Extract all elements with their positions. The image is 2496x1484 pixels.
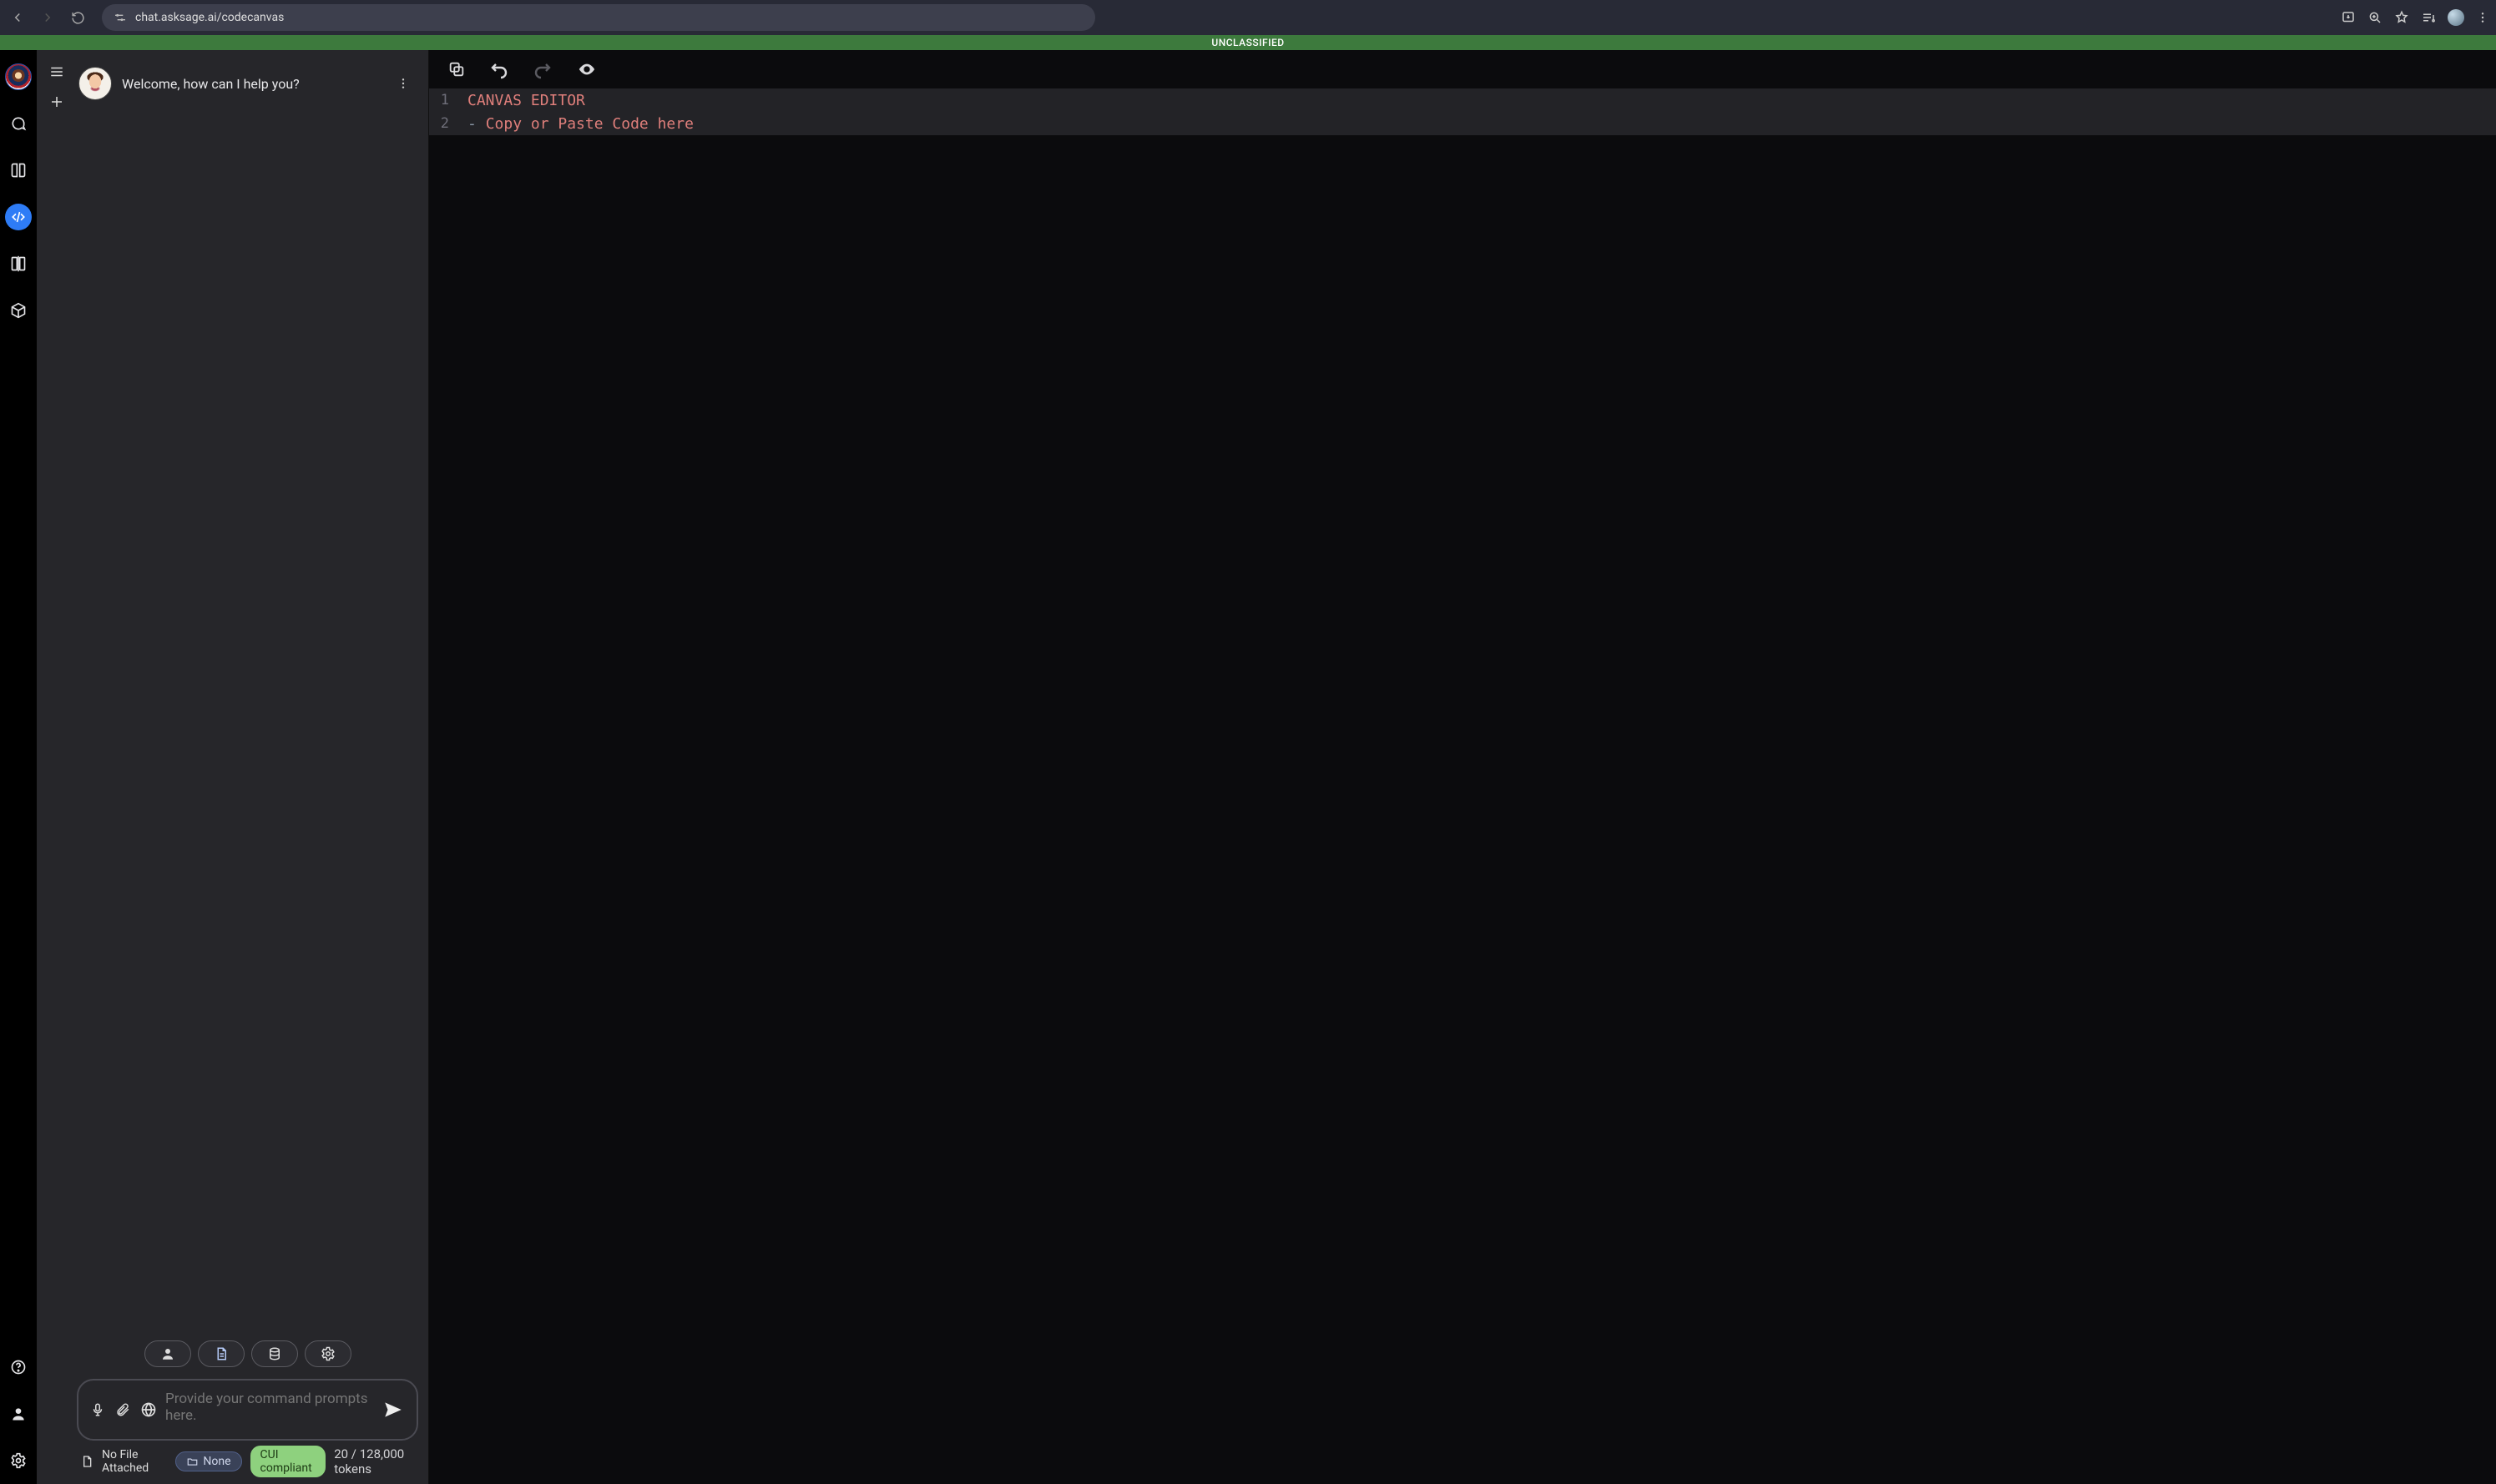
token-count: 20 / 128,000 tokens <box>334 1446 418 1476</box>
chat-input-area: No File Attached None CUI compliant 20 /… <box>37 1334 428 1484</box>
new-chat-button[interactable] <box>47 92 67 112</box>
browser-reload-button[interactable] <box>67 7 88 28</box>
bookmark-star-icon[interactable] <box>2394 10 2409 25</box>
web-button[interactable] <box>140 1401 157 1418</box>
code-editor[interactable]: 1 CANVAS EDITOR 2 - Copy or Paste Code h… <box>429 88 2496 1484</box>
classification-banner: UNCLASSIFIED <box>0 35 2496 50</box>
code-prefix: - <box>467 115 486 133</box>
browser-back-button[interactable] <box>7 7 28 28</box>
assistant-avatar <box>78 67 112 100</box>
app-logo[interactable] <box>5 63 32 90</box>
file-attached-label: No File Attached <box>102 1448 167 1475</box>
code-text: Copy or Paste Code here <box>486 115 694 133</box>
browser-address-bar[interactable]: chat.asksage.ai/codecanvas <box>102 4 1095 31</box>
file-icon <box>80 1454 93 1469</box>
browser-menu-icon[interactable] <box>2476 10 2489 25</box>
compliance-chip[interactable]: CUI compliant <box>250 1446 326 1477</box>
nav-sandbox-icon[interactable] <box>5 297 32 324</box>
left-nav-rail <box>0 50 37 1484</box>
database-pill-button[interactable] <box>251 1340 298 1367</box>
undo-button[interactable] <box>486 56 513 83</box>
browser-chrome: chat.asksage.ai/codecanvas <box>0 0 2496 35</box>
folder-chip-label: None <box>203 1455 230 1468</box>
prompt-box <box>77 1379 418 1441</box>
nav-help-icon[interactable] <box>5 1354 32 1381</box>
editor-panel: 1 CANVAS EDITOR 2 - Copy or Paste Code h… <box>429 50 2496 1484</box>
persona-pill-button[interactable] <box>144 1340 191 1367</box>
preview-button[interactable] <box>573 57 601 82</box>
document-pill-button[interactable] <box>198 1340 245 1367</box>
chat-panel: Welcome, how can I help you? <box>37 50 429 1484</box>
nav-docs-icon[interactable] <box>5 157 32 184</box>
copy-button[interactable] <box>444 57 469 82</box>
attach-button[interactable] <box>115 1401 130 1418</box>
profile-avatar[interactable] <box>2448 9 2464 26</box>
code-text: CANVAS EDITOR <box>467 92 585 109</box>
browser-forward-button[interactable] <box>37 7 58 28</box>
nav-chat-icon[interactable] <box>5 110 32 137</box>
zoom-icon[interactable] <box>2367 10 2382 25</box>
welcome-message: Welcome, how can I help you? <box>122 76 383 92</box>
line-number: 1 <box>429 92 457 109</box>
settings-pill-button[interactable] <box>305 1340 351 1367</box>
microphone-button[interactable] <box>90 1401 105 1418</box>
install-app-icon[interactable] <box>2341 10 2356 25</box>
prompt-input[interactable] <box>165 1391 373 1429</box>
media-control-icon[interactable] <box>2421 10 2436 25</box>
editor-toolbar <box>429 50 2496 88</box>
nav-code-icon[interactable] <box>5 204 32 230</box>
app-body: Welcome, how can I help you? <box>0 50 2496 1484</box>
send-button[interactable] <box>381 1399 405 1421</box>
browser-url: chat.asksage.ai/codecanvas <box>135 11 1084 24</box>
message-menu-button[interactable] <box>393 72 413 95</box>
nav-account-icon[interactable] <box>5 1401 32 1427</box>
site-settings-icon[interactable] <box>114 11 127 24</box>
nav-settings-icon[interactable] <box>5 1447 32 1474</box>
redo-button[interactable] <box>529 56 556 83</box>
line-number: 2 <box>429 115 457 132</box>
nav-compare-icon[interactable] <box>5 250 32 277</box>
folder-chip[interactable]: None <box>175 1451 241 1471</box>
compliance-chip-label: CUI compliant <box>260 1448 316 1475</box>
chat-messages: Welcome, how can I help you? <box>37 50 428 1334</box>
sidebar-toggle-button[interactable] <box>47 62 67 82</box>
